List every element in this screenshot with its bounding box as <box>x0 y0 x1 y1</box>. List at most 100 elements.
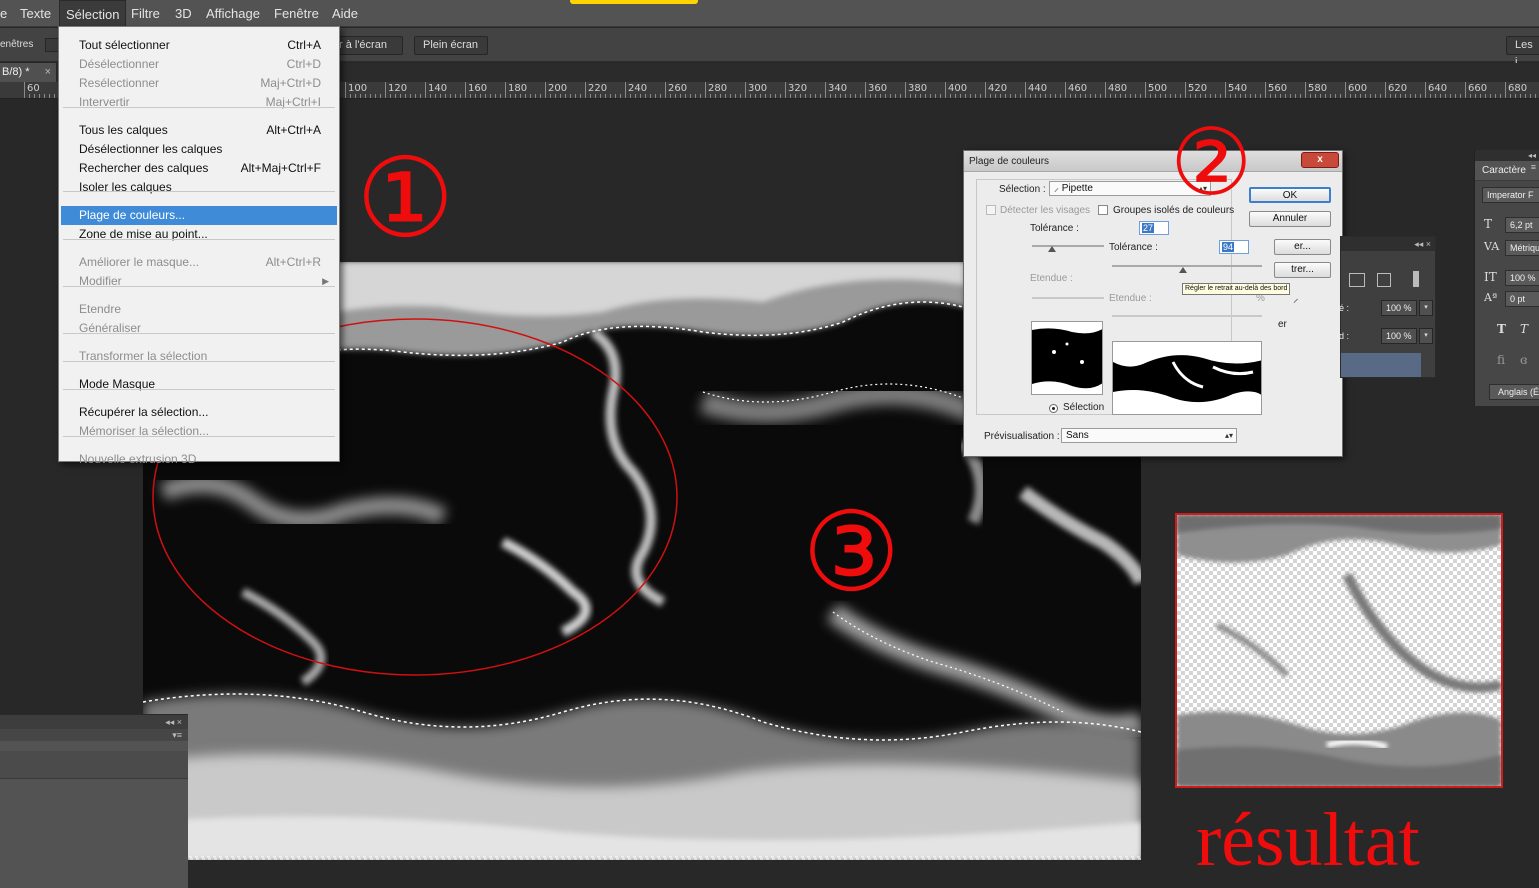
chevron-down-icon[interactable]: ▾ <box>1419 328 1433 344</box>
character-tab[interactable]: Caractère <box>1475 161 1539 181</box>
menu-item[interactable]: Améliorer le masque... Alt+Ctrl+R <box>61 253 337 272</box>
cancel-button[interactable]: Annuler <box>1249 211 1331 227</box>
ruler-tick <box>1425 82 1426 98</box>
menu-item-label: Resélectionner <box>79 76 160 90</box>
menu-item-shortcut: Ctrl+D <box>286 57 321 71</box>
panel-menu-icon[interactable]: ≡ <box>1531 162 1536 172</box>
menu-item[interactable]: Etendre <box>61 300 337 319</box>
vertical-scale-field[interactable]: 100 % <box>1505 270 1539 286</box>
menu-3d[interactable]: 3D <box>169 0 198 27</box>
font-family-field[interactable]: Imperator F <box>1482 187 1539 203</box>
save-button[interactable]: trer... <box>1274 262 1331 278</box>
dialog-title[interactable]: Plage de couleurs <box>964 151 1342 172</box>
tolerance-slider-2[interactable] <box>1112 265 1262 267</box>
menu-item[interactable]: Plage de couleurs... <box>61 206 337 225</box>
dialog-close-button[interactable]: x <box>1301 152 1339 168</box>
swash-icon[interactable]: ɞ <box>1520 353 1527 367</box>
menu-aide[interactable]: Aide <box>326 0 364 27</box>
menu-item[interactable]: Mode Masque <box>61 375 337 394</box>
groups-checkbox[interactable] <box>1098 205 1108 215</box>
detect-faces-checkbox[interactable] <box>986 205 996 215</box>
menu-item[interactable]: Intervertir Maj+Ctrl+I <box>61 93 337 112</box>
lock-pixels-icon[interactable] <box>1377 273 1391 287</box>
menu-item-label: Rechercher des calques <box>79 161 209 175</box>
eyedropper-icon: ⸝ <box>1054 183 1062 194</box>
menu-item[interactable]: Nouvelle extrusion 3D <box>61 450 337 469</box>
opacity-input[interactable]: 100 % <box>1381 300 1417 316</box>
selected-layer-row[interactable] <box>1341 353 1421 377</box>
ok-button[interactable]: OK <box>1249 187 1331 203</box>
panel-collapse-icon[interactable]: ◂◂ × <box>0 715 188 729</box>
panel-collapse-icon[interactable]: ◂◂ × <box>1341 237 1435 251</box>
menu-item[interactable]: Rechercher des calques Alt+Maj+Ctrl+F <box>61 159 337 178</box>
select-arrow-icon: ▴▾ <box>1224 431 1233 440</box>
preview-select-value: Sans <box>1066 430 1089 441</box>
ruler-tick <box>1105 82 1106 98</box>
menu-item[interactable]: Modifier ▶ <box>61 272 337 291</box>
detect-faces-label: Détecter les visages <box>1000 205 1091 216</box>
ruler-label: 680 <box>1508 83 1528 94</box>
menu-item[interactable]: Mémoriser la sélection... <box>61 422 337 441</box>
menu-item[interactable]: Tout sélectionner Ctrl+A <box>61 36 337 55</box>
tolerance-thumb-2[interactable] <box>1179 267 1187 273</box>
ruler-tick <box>1145 82 1146 98</box>
menu-item[interactable]: Transformer la sélection <box>61 347 337 366</box>
lock-icon[interactable] <box>1349 273 1365 287</box>
faux-italic-icon[interactable]: T <box>1520 322 1528 336</box>
menu-item[interactable]: Désélectionner Ctrl+D <box>61 55 337 74</box>
menu-selection[interactable]: Sélection <box>59 0 127 27</box>
lock-position-icon[interactable] <box>1413 271 1419 287</box>
ruler-tick <box>945 82 946 98</box>
annotation-one: ① <box>356 134 455 262</box>
ligature-icon[interactable]: ﬁ <box>1497 353 1505 367</box>
kerning-field[interactable]: Métriqu <box>1505 240 1539 256</box>
menu-separator <box>63 361 335 362</box>
ruler-tick <box>865 82 866 98</box>
menu-partial[interactable]: e <box>0 0 13 27</box>
menu-item[interactable]: Récupérer la sélection... <box>61 403 337 422</box>
ruler-tick <box>785 82 786 98</box>
menu-texte[interactable]: Texte <box>14 0 57 27</box>
ruler-tick <box>385 82 386 98</box>
menu-item[interactable]: Zone de mise au point... <box>61 225 337 244</box>
tolerance-input-2[interactable]: 94 <box>1219 240 1249 254</box>
load-button[interactable]: er... <box>1274 239 1331 255</box>
menu-item[interactable]: Généraliser <box>61 319 337 338</box>
menu-bar: e Texte Sélection Filtre 3D Affichage Fe… <box>0 0 1539 27</box>
language-field[interactable]: Anglais (É <box>1489 384 1539 400</box>
tolerance-slider-1[interactable] <box>1032 245 1104 247</box>
document-tab-title: B/8) * <box>2 66 30 78</box>
document-tab[interactable]: B/8) * × <box>0 63 56 82</box>
menu-affichage[interactable]: Affichage <box>200 0 266 27</box>
option-checkbox[interactable] <box>45 38 59 52</box>
full-screen-button[interactable]: Plein écran <box>414 36 488 55</box>
preview-select[interactable]: Sans ▴▾ <box>1061 428 1237 443</box>
selection-radio[interactable] <box>1049 404 1058 413</box>
menu-filtre[interactable]: Filtre <box>125 0 166 27</box>
menu-fenetre[interactable]: Fenêtre <box>268 0 325 27</box>
tolerance-input-1[interactable]: 27 <box>1139 221 1169 235</box>
menu-item[interactable]: Désélectionner les calques <box>61 140 337 159</box>
ruler-label: 60 <box>27 83 40 94</box>
ruler-tick <box>1305 82 1306 98</box>
menu-separator <box>63 389 335 390</box>
fit-screen-button[interactable]: r à l'écran <box>330 36 403 55</box>
panel-collapse-icon[interactable]: ◂◂ <box>1475 150 1539 161</box>
ruler-label: 120 <box>388 83 408 94</box>
menu-item[interactable]: Resélectionner Maj+Ctrl+D <box>61 74 337 93</box>
faux-bold-icon[interactable]: T <box>1497 322 1506 336</box>
tolerance-thumb-1[interactable] <box>1048 246 1056 252</box>
fill-input[interactable]: 100 % <box>1381 328 1417 344</box>
menu-item[interactable]: Isoler les calques <box>61 178 337 197</box>
eyedropper-add-icon[interactable]: ⸝ <box>1293 291 1299 306</box>
tolerance-label-1: Tolérance : <box>1030 223 1079 234</box>
ruler-label: 660 <box>1468 83 1488 94</box>
close-icon[interactable]: × <box>45 63 51 82</box>
baseline-field[interactable]: 0 pt <box>1505 291 1539 307</box>
baseline-icon: Aª <box>1484 291 1498 304</box>
menu-item[interactable]: Tous les calques Alt+Ctrl+A <box>61 121 337 140</box>
panel-menu-icon[interactable]: ▾≡ <box>0 729 188 741</box>
font-size-field[interactable]: 6,2 pt <box>1505 217 1539 233</box>
right-options-button[interactable]: Les i <box>1506 36 1539 68</box>
chevron-down-icon[interactable]: ▾ <box>1419 300 1433 316</box>
